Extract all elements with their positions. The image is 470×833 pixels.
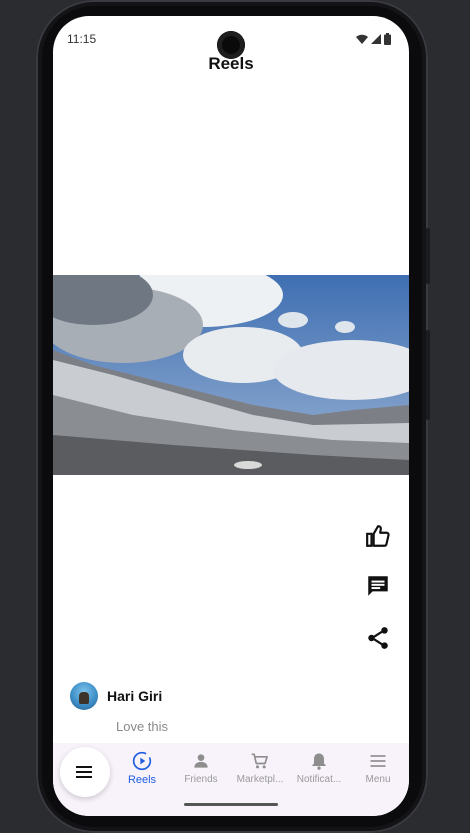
nav-item-notifications[interactable]: Notificat... xyxy=(291,751,347,785)
bell-icon xyxy=(312,753,326,770)
person-icon xyxy=(194,754,208,768)
nav-item-marketplace[interactable]: Marketpl... xyxy=(232,751,288,785)
menu-icon xyxy=(370,755,386,767)
app-screen: 11:15 Reels Hari Giri Love this Reels Fr… xyxy=(53,16,409,816)
video-frame-image xyxy=(53,275,409,475)
nav-label-menu: Menu xyxy=(365,774,391,785)
nav-item-menu[interactable]: Menu xyxy=(350,751,406,785)
like-icon[interactable] xyxy=(365,523,391,549)
status-time: 11:15 xyxy=(67,32,97,46)
author-name[interactable]: Hari Giri xyxy=(107,688,162,704)
nav-label-marketplace: Marketpl... xyxy=(236,774,284,785)
hamburger-icon xyxy=(76,766,92,778)
nav-label-reels: Reels xyxy=(127,774,157,786)
play-circle-icon xyxy=(132,751,152,771)
power-button xyxy=(426,330,430,420)
menu-fab-button[interactable] xyxy=(60,747,110,797)
reel-video[interactable] xyxy=(53,275,409,475)
status-icons xyxy=(356,33,391,45)
nav-item-friends[interactable]: Friends xyxy=(173,751,229,785)
wifi-icon xyxy=(356,34,368,44)
page-title: Reels xyxy=(208,54,254,73)
home-indicator[interactable] xyxy=(184,803,278,806)
reel-caption: Love this xyxy=(116,719,169,734)
signal-icon xyxy=(371,34,381,44)
reel-author[interactable]: Hari Giri xyxy=(70,682,162,710)
nav-label-notifications: Notificat... xyxy=(296,774,342,785)
avatar[interactable] xyxy=(70,682,98,710)
comment-icon[interactable] xyxy=(365,573,391,599)
nav-item-reels[interactable]: Reels xyxy=(114,751,170,786)
nav-label-friends: Friends xyxy=(184,774,218,785)
battery-icon xyxy=(384,33,391,45)
cart-icon xyxy=(251,753,268,769)
volume-button xyxy=(426,228,430,284)
share-icon[interactable] xyxy=(365,625,391,651)
